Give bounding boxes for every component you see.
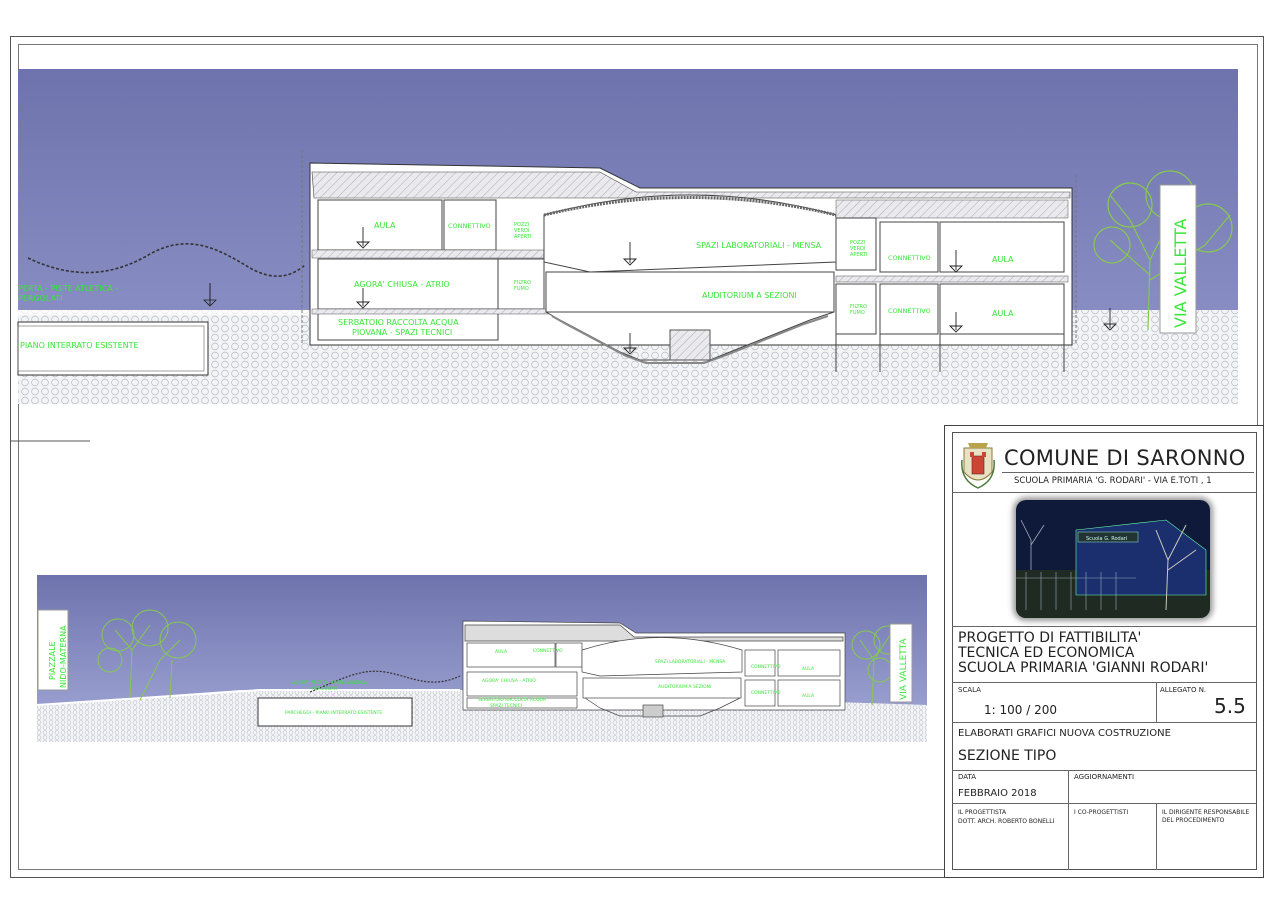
label-agora-aperta: AGORA' APERTA - PISTE ATLETICA -: [292, 680, 371, 686]
photo-sign-text: Scuola G. Rodari: [1086, 536, 1127, 542]
label-pergolati-small: PERGOLATI: [312, 686, 337, 692]
label-aula-r1-small: AULA: [802, 666, 815, 672]
project-title-1: PROGETTO DI FATTIBILITA': [958, 630, 1142, 646]
aggiornamenti-label: AGGIORNAMENTI: [1074, 773, 1135, 781]
progettista-label: IL PROGETTISTA: [958, 809, 1007, 816]
label-aula-r2-small: AULA: [802, 693, 815, 699]
elaborati-label: ELABORATI GRAFICI NUOVA COSTRUZIONE: [958, 728, 1171, 739]
scale-value: 1: 100 / 200: [984, 703, 1057, 717]
label-aula-l-small: AULA: [495, 649, 508, 655]
sezione-title: SEZIONE TIPO: [958, 748, 1057, 764]
label-spazi-lab-small: SPAZI LABORATORIALI - MENSA: [655, 659, 726, 665]
allegato-value: 5.5: [1214, 694, 1246, 718]
label-conn-r2-small: CONNETTIVO: [751, 690, 781, 696]
label-auditorium-small: AUDITORIUM A SEZIONI: [658, 684, 711, 690]
allegato-label: ALLEGATO N.: [1160, 686, 1207, 694]
dirigente-label-2: DEL PROCEDIMENTO: [1162, 817, 1225, 824]
label-spazi-small: SPAZI TECNICI: [490, 703, 522, 709]
label-agora-small: AGORA' CHIUSA - ATRIO: [482, 678, 536, 684]
scale-label: SCALA: [958, 686, 981, 694]
label-piazzale-2: NIDO-MATERNA: [59, 625, 68, 688]
comune-crest: [960, 440, 996, 490]
comune-title: COMUNE DI SARONNO: [1004, 446, 1246, 470]
dirigente-label-1: IL DIRIGENTE RESPONSABILE: [1162, 809, 1250, 816]
label-via-small: VIA VALLETTA: [899, 638, 909, 700]
coprogettisti-label: I CO-PROGETTISTI: [1074, 809, 1129, 816]
label-conn-r1-small: CONNETTIVO: [751, 664, 781, 670]
data-label: DATA: [958, 773, 977, 781]
data-value: FEBBRAIO 2018: [958, 788, 1037, 799]
progettista-value: DOTT. ARCH. ROBERTO BONELLI: [958, 818, 1055, 825]
school-address: SCUOLA PRIMARIA 'G. RODARI' - VIA E.TOTI…: [1014, 476, 1212, 486]
project-title-2: TECNICA ED ECONOMICA: [958, 645, 1135, 661]
label-piazzale-1: PIAZZALE: [48, 641, 57, 680]
label-conn-l-small: CONNETTIVO: [533, 648, 563, 654]
label-serbatoio-small: SERBATOIO RACCOLTA ACQUA: [478, 697, 547, 703]
project-title-3: SCUOLA PRIMARIA 'GIANNI RODARI': [958, 660, 1209, 676]
label-parcheggi: PARCHEGGI - PIANO INTERRATO ESISTENTE: [285, 710, 382, 716]
school-photo: Scuola G. Rodari: [1016, 500, 1210, 618]
